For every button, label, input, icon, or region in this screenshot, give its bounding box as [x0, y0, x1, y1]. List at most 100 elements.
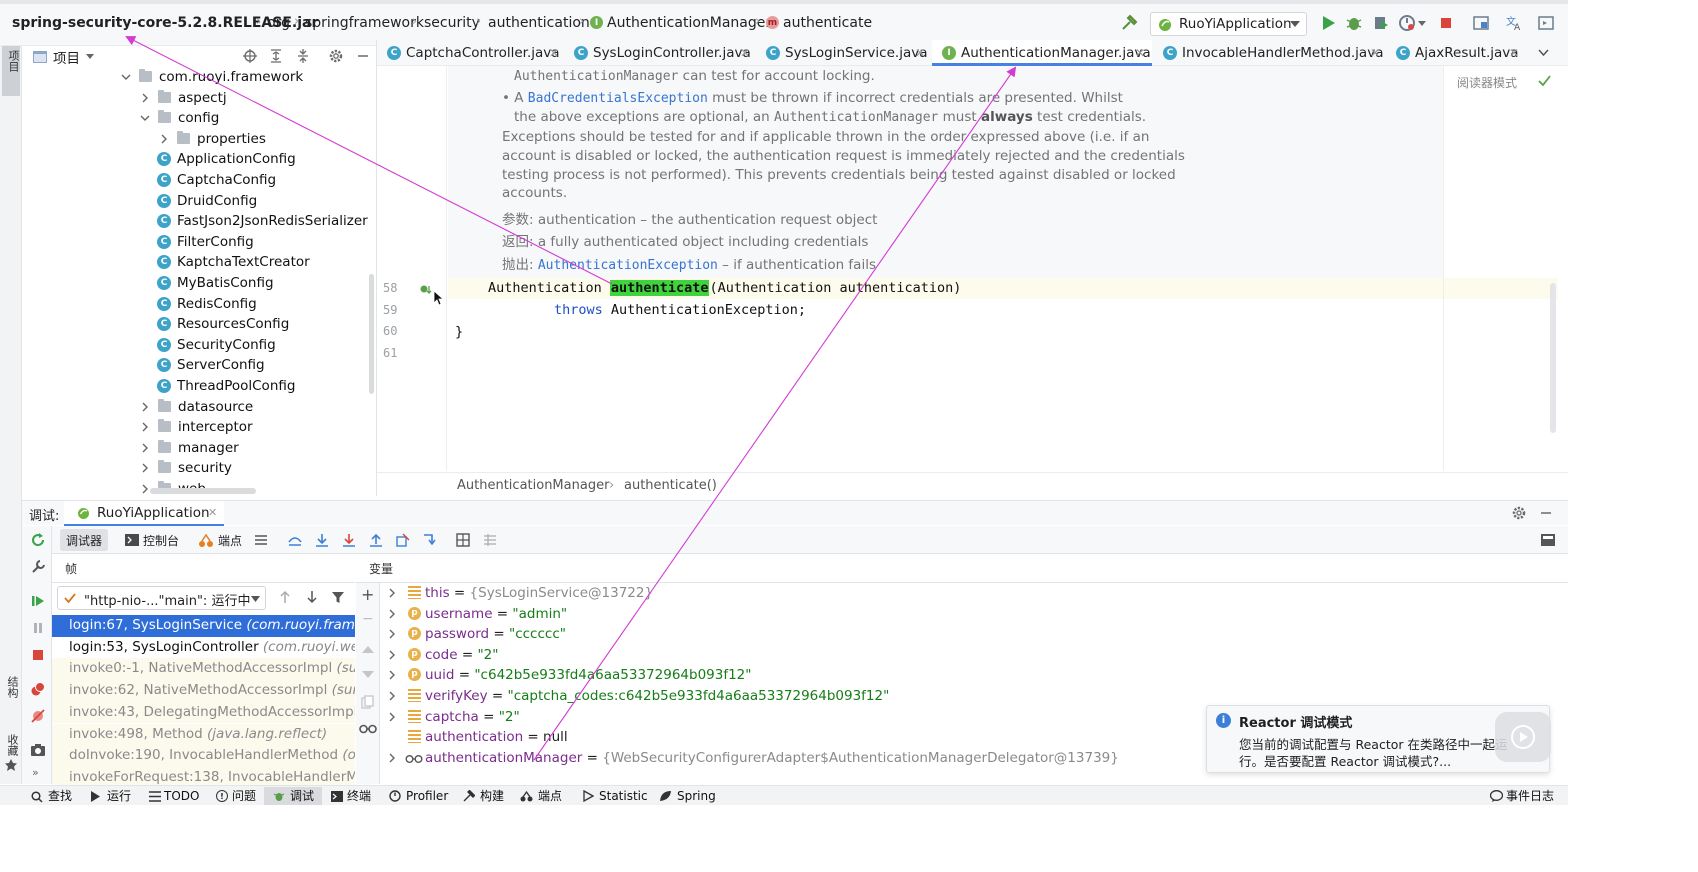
- chevron-right-icon[interactable]: [140, 402, 150, 412]
- chevron-right-icon[interactable]: [140, 463, 150, 473]
- variable-row[interactable]: p uuid = "c642b5e933fd4a6aa53372964b093f1…: [381, 665, 1568, 685]
- drop-frame-icon[interactable]: [395, 532, 411, 548]
- chevron-right-icon[interactable]: [140, 443, 150, 453]
- pause-icon[interactable]: [30, 620, 46, 636]
- stack-frame[interactable]: invoke:43, DelegatingMethodAccessorImpl …: [52, 701, 355, 724]
- resume-icon[interactable]: [30, 593, 46, 609]
- status-spring[interactable]: Spring: [677, 788, 716, 804]
- close-icon[interactable]: ✕: [1509, 40, 1519, 66]
- breadcrumb-authenticate[interactable]: authenticate: [783, 14, 872, 32]
- hide-panel-icon[interactable]: [355, 48, 371, 64]
- show-execution-point-icon[interactable]: [287, 532, 303, 548]
- expand-all-icon[interactable]: [268, 48, 284, 64]
- project-structure-icon[interactable]: [1472, 14, 1490, 32]
- stack-frame[interactable]: invoke:62, NativeMethodAccessorImpl (sun…: [52, 680, 355, 702]
- menu-icon[interactable]: [254, 533, 268, 547]
- implemented-marker-icon[interactable]: [420, 283, 432, 295]
- status-debug-tab[interactable]: 调试: [264, 787, 322, 805]
- chevron-down-icon[interactable]: [1418, 21, 1426, 26]
- profiler-icon[interactable]: [1398, 14, 1416, 32]
- chevron-right-icon[interactable]: [140, 93, 150, 103]
- tab-endpoints[interactable]: 端点: [218, 532, 242, 549]
- move-up-icon[interactable]: [362, 645, 374, 653]
- view-breakpoints-icon[interactable]: [30, 681, 46, 697]
- status-terminal[interactable]: 终端: [347, 788, 371, 804]
- tab-ajaxresult[interactable]: C AjaxResult.java ✕: [1396, 40, 1526, 66]
- status-run[interactable]: 运行: [107, 788, 131, 804]
- tab-authenticationmanager[interactable]: I AuthenticationManager.java ✕: [932, 40, 1152, 66]
- tab-list-chevron-icon[interactable]: [1538, 49, 1549, 56]
- chevron-down-icon[interactable]: [121, 72, 131, 82]
- breadcrumb-authenticationmanager[interactable]: AuthenticationManager: [607, 14, 771, 32]
- chevron-right-icon[interactable]: [159, 134, 169, 144]
- structure-tool-label[interactable]: 结构: [4, 676, 20, 698]
- breadcrumb-springframework[interactable]: springframework: [305, 14, 424, 32]
- favorites-tool-label[interactable]: 收藏: [4, 734, 20, 756]
- status-problems[interactable]: 问题: [232, 788, 256, 804]
- code-line-60[interactable]: }: [455, 324, 463, 340]
- chevron-right-icon[interactable]: [387, 588, 397, 598]
- collapse-all-icon[interactable]: [295, 48, 311, 64]
- chevron-right-icon[interactable]: [387, 753, 397, 763]
- editor-scrollbar[interactable]: [1550, 283, 1556, 433]
- rerun-icon[interactable]: [30, 532, 46, 548]
- step-over-icon[interactable]: [314, 532, 330, 548]
- breadcrumb-authentication[interactable]: authentication: [488, 14, 590, 32]
- thread-selector[interactable]: "http-nio-..."main": 运行中: [57, 586, 266, 610]
- tab-sysloginservice[interactable]: C SysLoginService.java ✕: [766, 40, 933, 66]
- project-panel-title[interactable]: 项目: [53, 47, 80, 67]
- chevron-right-icon[interactable]: [140, 484, 150, 494]
- hide-panel-icon[interactable]: [1538, 505, 1554, 521]
- code-line-58[interactable]: Authentication authenticate(Authenticati…: [488, 280, 961, 296]
- translate-icon[interactable]: 文A: [1505, 14, 1523, 32]
- editor-crumb-method[interactable]: authenticate(): [624, 478, 717, 493]
- locate-icon[interactable]: [242, 48, 258, 64]
- breadcrumb-org[interactable]: org: [267, 14, 290, 32]
- run-icon[interactable]: [1319, 14, 1337, 32]
- chevron-right-icon[interactable]: [387, 691, 397, 701]
- settings-wrench-icon[interactable]: [30, 559, 46, 575]
- tab-invocablehandlermethod[interactable]: C InvocableHandlerMethod.java ✕: [1163, 40, 1383, 66]
- chevron-down-icon[interactable]: [140, 113, 150, 123]
- chevron-right-icon[interactable]: [387, 650, 397, 660]
- editor-crumb-class[interactable]: AuthenticationManager: [457, 478, 609, 493]
- arrow-up-icon[interactable]: [278, 590, 292, 604]
- evaluate-expression-icon[interactable]: [455, 532, 471, 548]
- tab-sysloginccontroller[interactable]: C SysLoginController.java ✕: [574, 40, 758, 66]
- tab-captchacontroller[interactable]: C CaptchaController.java ✕: [387, 40, 567, 66]
- status-endpoints[interactable]: 端点: [538, 788, 562, 804]
- stack-frame[interactable]: invoke:498, Method (java.lang.reflect): [52, 723, 355, 745]
- stop-icon[interactable]: [1437, 14, 1455, 32]
- code-line-59[interactable]: throws AuthenticationException;: [554, 302, 806, 318]
- close-icon[interactable]: ✕: [915, 40, 925, 66]
- variable-row[interactable]: this = {SysLoginService@13722}: [381, 583, 1568, 603]
- project-tree-scrollbar[interactable]: [369, 274, 374, 394]
- project-tool-button[interactable]: 项目: [2, 46, 20, 96]
- breadcrumb-security[interactable]: security: [424, 14, 480, 32]
- mute-breakpoints-icon[interactable]: [30, 708, 46, 724]
- camera-icon[interactable]: [30, 742, 46, 758]
- run-to-cursor-icon[interactable]: [422, 532, 438, 548]
- more-icon[interactable]: »: [32, 766, 39, 779]
- code-with-me-icon[interactable]: [1537, 14, 1555, 32]
- gear-icon[interactable]: [328, 48, 344, 64]
- trace-icon[interactable]: [482, 532, 498, 548]
- glasses-icon[interactable]: [359, 723, 377, 735]
- stack-frame[interactable]: invoke0:-1, NativeMethodAccessorImpl (su…: [52, 658, 355, 680]
- build-hammer-icon[interactable]: [1120, 14, 1138, 32]
- layout-icon[interactable]: [1540, 532, 1556, 548]
- status-find[interactable]: 查找: [48, 788, 72, 804]
- stop-icon[interactable]: [30, 647, 46, 663]
- status-todo[interactable]: TODO: [164, 788, 199, 804]
- filter-icon[interactable]: [331, 590, 345, 604]
- chevron-down-icon[interactable]: [86, 54, 94, 59]
- step-out-icon[interactable]: [368, 532, 384, 548]
- tab-console[interactable]: 控制台: [143, 532, 179, 549]
- variable-row[interactable]: p password = "cccccc": [381, 624, 1568, 644]
- remove-watch-icon[interactable]: −: [362, 611, 374, 627]
- doc-link[interactable]: BadCredentialsException: [528, 91, 708, 106]
- stack-frame[interactable]: invokeForRequest:138, InvocableHandlerMe…: [52, 766, 355, 785]
- close-icon[interactable]: ✕: [740, 40, 750, 66]
- reader-mode-toggle[interactable]: 阅读器模式: [1457, 74, 1517, 91]
- status-profiler[interactable]: Profiler: [406, 788, 448, 804]
